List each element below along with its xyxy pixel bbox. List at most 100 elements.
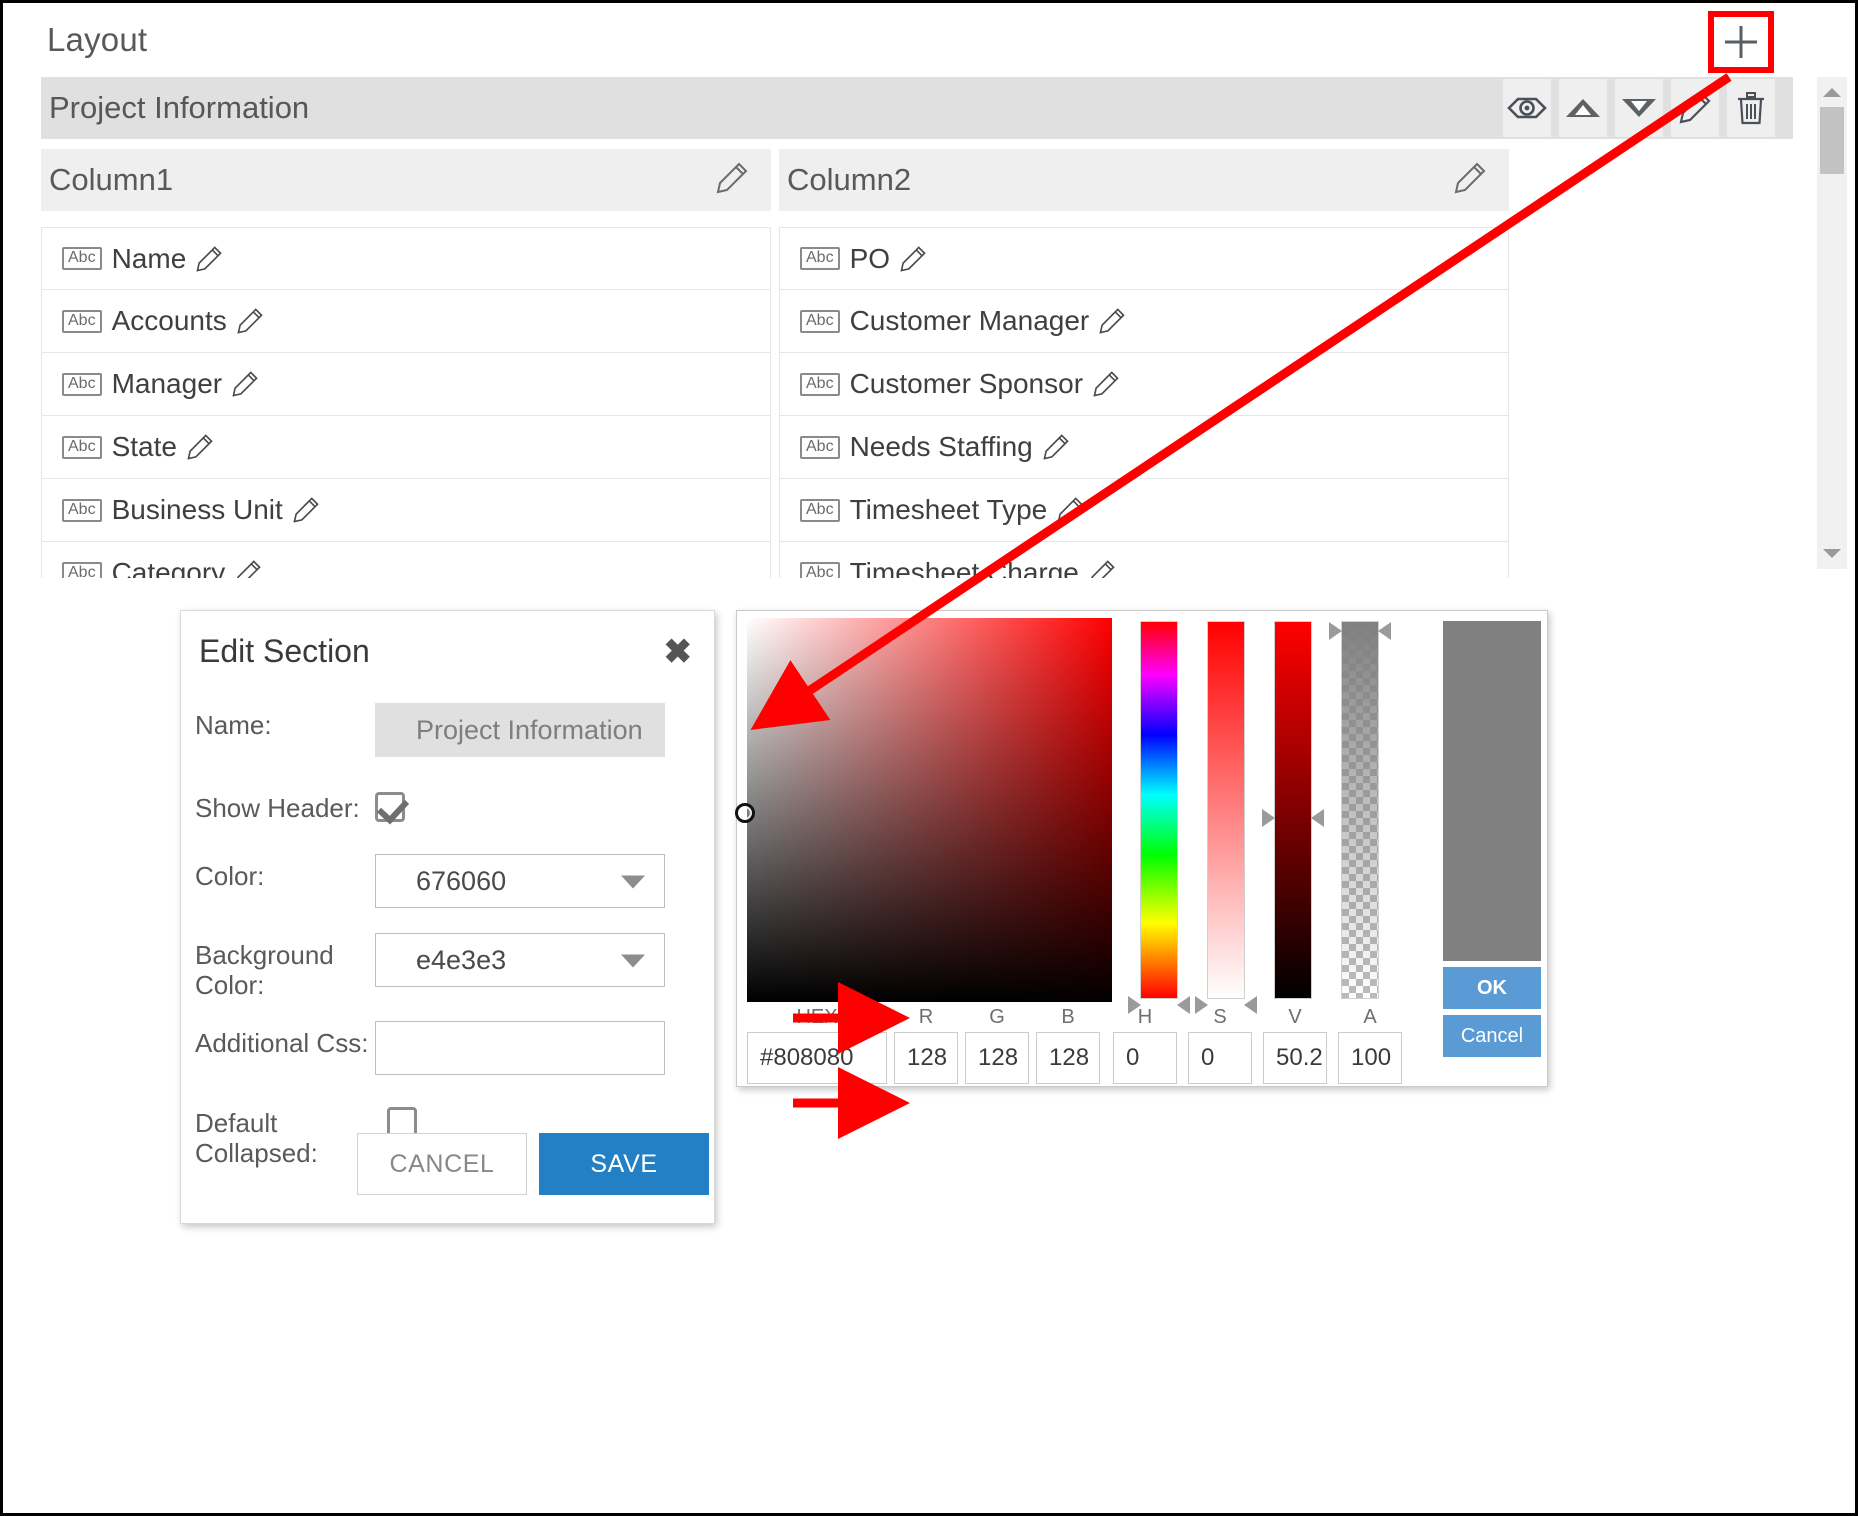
h-input[interactable]: 0: [1113, 1032, 1177, 1084]
pencil-icon: [187, 434, 213, 460]
field-label: Business Unit: [111, 494, 283, 525]
abc-icon: Abc: [800, 498, 840, 522]
saturation-value-area[interactable]: [735, 618, 1112, 1002]
pencil-icon: [237, 560, 261, 578]
field-edit-button[interactable]: [1098, 307, 1126, 335]
column-2-field-list: Abc PO Abc Customer Manager Abc Customer…: [779, 227, 1509, 578]
abc-icon: Abc: [800, 435, 840, 459]
form-row-name: Name: Project Information: [195, 703, 701, 757]
field-row[interactable]: Abc Timesheet Charge: [779, 542, 1509, 578]
field-edit-button[interactable]: [1088, 559, 1116, 578]
field-edit-button[interactable]: [234, 559, 262, 578]
cancel-button[interactable]: CANCEL: [357, 1133, 527, 1195]
field-label: Customer Sponsor: [849, 368, 1084, 399]
pencil-icon: [1454, 162, 1486, 193]
field-row[interactable]: Abc Timesheet Type: [779, 479, 1509, 542]
field-label: Accounts: [111, 305, 227, 336]
field-edit-button[interactable]: [899, 245, 927, 273]
value-slider[interactable]: [1262, 621, 1324, 999]
field-edit-button[interactable]: [236, 307, 264, 335]
column-1-field-list: Abc Name Abc Accounts Abc Manager Abc St…: [41, 227, 771, 578]
color-picker-ok-button[interactable]: OK: [1443, 967, 1541, 1009]
v-input[interactable]: 50.2: [1263, 1032, 1327, 1084]
additional-css-field[interactable]: [375, 1021, 665, 1075]
field-label: Customer Manager: [849, 305, 1090, 336]
abc-icon: Abc: [800, 561, 840, 578]
field-row[interactable]: Abc Customer Sponsor: [779, 353, 1509, 416]
field-edit-button[interactable]: [1056, 496, 1084, 524]
form-row-background-color: Background Color: e4e3e3: [195, 933, 701, 1001]
column-2: Column2 Abc PO Abc Customer Manager Abc …: [779, 149, 1509, 578]
pencil-icon: [1043, 434, 1069, 460]
name-field[interactable]: Project Information: [375, 703, 665, 757]
abc-icon: Abc: [800, 247, 840, 270]
pencil-icon: [716, 162, 748, 193]
field-edit-button[interactable]: [195, 245, 223, 273]
sv-cursor[interactable]: [735, 803, 755, 823]
r-label: R: [918, 1006, 934, 1028]
hex-input[interactable]: #808080: [747, 1032, 887, 1084]
pencil-icon: [1099, 308, 1125, 334]
field-label: State: [111, 431, 177, 462]
saturation-slider[interactable]: [1195, 621, 1257, 1014]
field-row[interactable]: Abc Needs Staffing: [779, 416, 1509, 479]
color-picker-cancel-button[interactable]: Cancel: [1443, 1015, 1541, 1057]
v-field-group: V 50.2: [1263, 1006, 1327, 1084]
background-color-field[interactable]: e4e3e3: [375, 933, 665, 987]
pencil-icon: [1093, 371, 1119, 397]
abc-icon: Abc: [800, 372, 840, 396]
field-edit-button[interactable]: [231, 370, 259, 398]
field-edit-button[interactable]: [1092, 370, 1120, 398]
column-2-edit-button[interactable]: [1453, 161, 1501, 200]
pencil-icon: [293, 497, 319, 523]
pencil-icon: [196, 245, 222, 272]
save-button[interactable]: SAVE: [539, 1133, 709, 1195]
chevron-down-icon[interactable]: [620, 945, 646, 976]
column-1-edit-button[interactable]: [715, 161, 763, 200]
field-edit-button[interactable]: [1042, 433, 1070, 461]
a-input[interactable]: 100: [1338, 1032, 1402, 1084]
field-label: Name: [111, 242, 187, 274]
field-row[interactable]: Abc Accounts: [41, 290, 771, 353]
abc-icon: Abc: [62, 247, 102, 270]
chevron-down-icon[interactable]: [620, 866, 646, 897]
field-row[interactable]: Abc Name: [41, 227, 771, 290]
handle-left-arrow: [1329, 622, 1342, 640]
field-row[interactable]: Abc Business Unit: [41, 479, 771, 542]
color-label: Color:: [195, 861, 265, 891]
color-field[interactable]: 676060: [375, 854, 665, 908]
r-input[interactable]: 128: [894, 1032, 958, 1084]
abc-icon: Abc: [62, 435, 102, 459]
g-input[interactable]: 128: [965, 1032, 1029, 1084]
field-edit-button[interactable]: [292, 496, 320, 524]
b-input[interactable]: 128: [1036, 1032, 1100, 1084]
field-row[interactable]: Abc PO: [779, 227, 1509, 290]
alpha-slider[interactable]: [1329, 621, 1391, 999]
abc-icon: Abc: [62, 561, 102, 578]
color-picker-fields: HEX #808080 R 128 G 128 B 128 H 0 S 0 V …: [747, 1006, 1437, 1084]
abc-icon: Abc: [62, 498, 102, 522]
a-label: A: [1363, 1006, 1377, 1028]
close-icon[interactable]: ✖: [664, 635, 693, 669]
abc-icon: Abc: [800, 309, 840, 333]
field-row[interactable]: Abc State: [41, 416, 771, 479]
field-row[interactable]: Abc Customer Manager: [779, 290, 1509, 353]
handle-right-arrow: [1311, 809, 1324, 827]
field-label: Timesheet Type: [849, 494, 1048, 525]
show-header-checkbox[interactable]: [375, 792, 405, 822]
hue-slider[interactable]: [1128, 621, 1190, 1014]
pencil-icon: [1090, 560, 1115, 578]
s-input[interactable]: 0: [1188, 1032, 1252, 1084]
field-row[interactable]: Abc Manager: [41, 353, 771, 416]
background-color-label: Background Color:: [195, 940, 334, 1000]
form-row-show-header: Show Header:: [195, 786, 701, 827]
hex-label: HEX: [796, 1006, 838, 1028]
field-row[interactable]: Abc Category: [41, 542, 771, 578]
handle-left-arrow: [1262, 809, 1275, 827]
pencil-icon: [232, 371, 258, 397]
b-label: B: [1061, 1006, 1075, 1028]
dialog-title: Edit Section: [199, 633, 370, 669]
field-label: Timesheet Charge: [849, 557, 1079, 578]
field-edit-button[interactable]: [186, 433, 214, 461]
name-label: Name:: [195, 710, 272, 740]
